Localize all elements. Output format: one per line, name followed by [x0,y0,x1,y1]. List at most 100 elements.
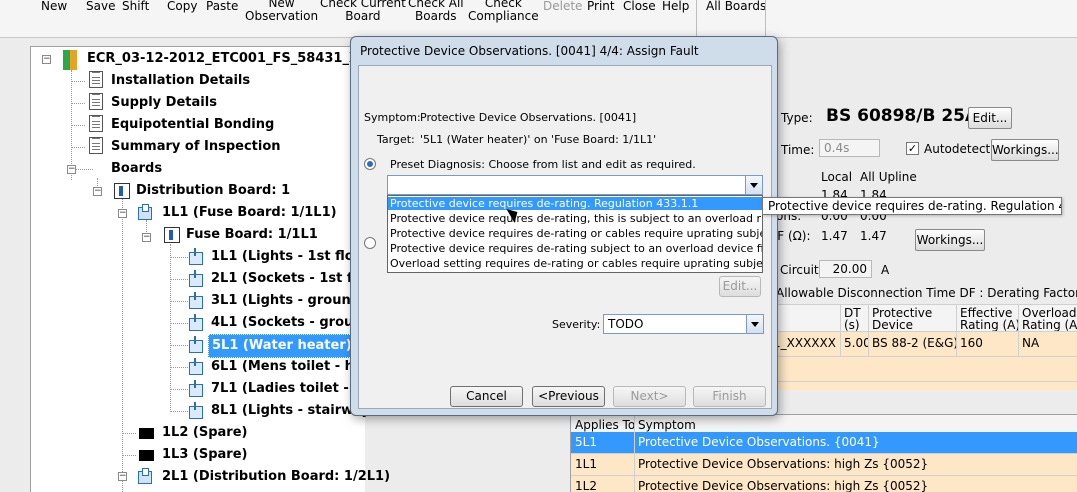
preset-diagnosis-combo[interactable] [387,175,763,195]
severity-value: TODO [608,317,644,331]
collapse-boards-icon[interactable]: − [67,165,76,174]
tree-item-boards[interactable]: Boards [108,158,165,180]
tree-root[interactable]: ECR_03-12-2012_ETC001_FS_58431_XX [84,48,372,70]
disconnection-time-select[interactable]: 0.4s [819,139,880,157]
check-current-board-button[interactable]: Check Current Board [320,0,406,23]
circuit-label: Circuit: [780,263,823,277]
toolbar-separator [696,0,697,36]
shift-button[interactable]: Shift [122,0,149,13]
tree-item-circuit-1l1[interactable]: 1L1 (Lights - 1st floor [208,246,372,268]
tree-item-2l1-distribution-board[interactable]: 2L1 (Distribution Board: 1/2L1) [159,466,393,488]
copy-button[interactable]: Copy [167,0,197,13]
tree-item-label: Installation Details [111,73,251,88]
tree-item-label: Distribution Board: 1 [136,183,291,198]
grid-row[interactable]: 1_XXXXXX 5.00 BS 88-2 (E&G) 160 NA [770,332,1077,357]
dropdown-option[interactable]: Protective device requires de-rating. Re… [388,197,762,210]
workings-2-button[interactable]: Workings... [915,229,985,251]
tree-item-circuit-3l1[interactable]: 3L1 (Lights - ground f [208,290,373,312]
grid-cell-name: 1_XXXXXX [773,336,836,350]
grid-row[interactable] [770,382,1077,390]
preset-diagnosis-radio[interactable] [364,158,376,170]
observation-applies: 1L2 [575,479,597,492]
tree-item-circuit-5l1[interactable]: 5L1 (Water heater) [208,334,356,358]
check-all-boards-button[interactable]: Check All Boards [408,0,464,23]
observation-applies: 1L1 [575,457,597,471]
previous-button[interactable]: <Previous [532,386,605,407]
observation-row[interactable]: 1L2 Protective Device Observations: high… [571,476,1077,492]
tree-item-label: 8L1 (Lights - stairway [211,403,370,418]
check-compliance-button[interactable]: Check Compliance [468,0,539,23]
tree-item-1l2-spare[interactable]: 1L2 (Spare) [159,422,250,444]
severity-select[interactable]: TODO [603,314,764,334]
edit-type-button[interactable]: Edit... [968,107,1012,129]
custom-diagnosis-radio[interactable] [364,237,376,249]
edit-diagnosis-button[interactable]: Edit... [719,276,761,297]
circuit-icon [189,380,203,397]
tree-item-fuse-board-1-1l1[interactable]: Fuse Board: 1/1L1 [183,224,321,246]
cancel-button[interactable]: Cancel [450,386,523,407]
tree-item-circuit-8l1[interactable]: 8L1 (Lights - stairway [208,400,373,422]
type-label: Type: [781,111,813,125]
chevron-down-icon[interactable] [745,176,762,194]
distribution-board-icon [114,183,130,199]
tree-item-1l1-fuse-board[interactable]: 1L1 (Fuse Board: 1/1L1) [159,202,340,224]
document-icon [89,115,103,132]
collapse-root-icon[interactable]: − [42,55,51,64]
new-observation-button[interactable]: New Observation [245,0,318,23]
tree-item-label: 2L1 (Distribution Board: 1/2L1) [162,469,391,484]
collapse-2l1-icon[interactable]: − [118,472,127,481]
dropdown-option[interactable]: Overload setting requires de-rating or c… [388,257,762,270]
help-button[interactable]: Help [662,0,689,13]
grid-header-protective-device: Protective Device [868,305,956,331]
circuit-icon [189,314,203,331]
new-button[interactable]: New [41,0,67,13]
paste-button[interactable]: Paste [206,0,238,13]
circuit-icon [189,358,203,375]
tree-item-label: 1L3 (Spare) [162,447,248,462]
fuse-board-icon [138,204,152,220]
tree-item-equipotential-bonding[interactable]: Equipotential Bonding [108,114,277,136]
next-button[interactable]: Next> [613,386,686,407]
all-boards-button[interactable]: All Boards [706,0,766,13]
toolbar-separator [765,0,766,36]
chevron-down-icon[interactable] [746,315,763,333]
tree-item-label: Fuse Board: 1/1L1 [186,227,318,242]
dropdown-option[interactable]: Protective device requires de-rating, th… [388,212,762,225]
tree-item-summary-of-inspection[interactable]: Summary of Inspection [108,136,284,158]
column-divider [634,476,635,492]
dropdown-option[interactable]: Protective device requires de-rating sub… [388,242,762,255]
workings-button[interactable]: Workings... [991,139,1059,161]
tree-item-circuit-6l1[interactable]: 6L1 (Mens toilet - har [208,356,372,378]
print-button[interactable]: Print [587,0,615,13]
autodetect-checkbox[interactable]: ✓ [906,142,919,155]
target-value: '5L1 (Water heater)' on 'Fuse Board: 1/1… [420,133,657,146]
tree-item-1l3-spare[interactable]: 1L3 (Spare) [159,444,250,466]
collapse-distribution-board-icon[interactable]: − [93,187,102,196]
column-divider [634,454,635,475]
legend-text: Allowable Disconnection Time DF : Derati… [776,286,1077,300]
grid-cell-overload: NA [1018,332,1077,356]
tree-item-label: Equipotential Bonding [111,117,275,132]
target-label: Target: [377,133,415,146]
collapse-1l1-icon[interactable]: − [118,209,127,218]
symptom-value: Protective Device Observations. [0041] [420,111,637,124]
collapse-fuse-board-icon[interactable]: − [142,233,151,242]
observation-row[interactable]: 1L1 Protective Device Observations: high… [571,454,1077,476]
circuit-rating-field[interactable]: 20.00 [819,260,872,278]
tree-item-label: 3L1 (Lights - ground f [211,293,371,308]
tree-item-distribution-board-1[interactable]: Distribution Board: 1 [133,180,293,202]
column-divider [634,432,635,453]
device-type-value: BS 60898/B 25A [826,106,979,126]
finish-button[interactable]: Finish [693,386,766,407]
close-button[interactable]: Close [623,0,656,13]
df-local-value: 1.47 [821,229,848,243]
grid-row[interactable] [770,357,1077,382]
tree-item-installation-details[interactable]: Installation Details [108,70,253,92]
save-button[interactable]: Save [86,0,115,13]
spare-way-icon [139,428,154,439]
dropdown-option[interactable]: Protective device requires de-rating or … [388,227,762,240]
autodetect-label: Autodetect [924,142,991,156]
delete-button[interactable]: Delete [543,0,582,13]
tree-item-supply-details[interactable]: Supply Details [108,92,220,114]
observation-row-selected[interactable]: 5L1 Protective Device Observations. {004… [571,432,1077,454]
